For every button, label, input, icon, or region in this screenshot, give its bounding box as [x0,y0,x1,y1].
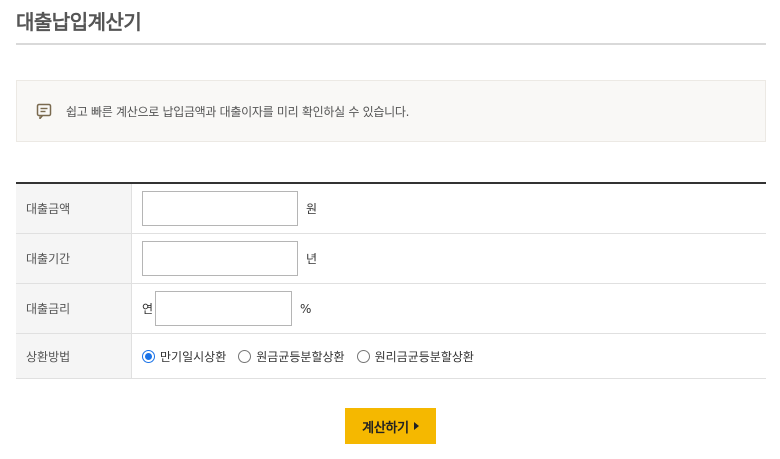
radio-option-bullet[interactable]: 만기일시상환 [142,348,226,365]
calculate-button[interactable]: 계산하기 [345,408,436,444]
loan-amount-label: 대출금액 [16,184,132,233]
repayment-method-radio-group: 만기일시상환 원금균등분할상환 원리금균등분할상환 [142,348,486,365]
loan-rate-label: 대출금리 [16,284,132,333]
row-loan-rate: 대출금리 연 % [16,284,766,334]
notice-box: 쉽고 빠른 계산으로 납입금액과 대출이자를 미리 확인하실 수 있습니다. [16,80,766,142]
title-divider [16,43,766,45]
page-title: 대출납입계산기 [16,10,142,34]
radio-label: 원리금균등분할상환 [374,349,474,364]
caret-right-icon [413,422,419,430]
row-repayment-method: 상환방법 만기일시상환 원금균등분할상환 원리금균등분할상환 [16,334,766,379]
repayment-method-label: 상환방법 [16,334,132,378]
loan-amount-unit: 원 [306,202,318,216]
radio-button[interactable] [238,349,252,363]
loan-form-table: 대출금액 원 대출기간 년 대출금리 연 % 상환방법 만기일시상환 원금균등분… [16,182,766,379]
radio-label: 만기일시상환 [160,349,227,364]
loan-period-label: 대출기간 [16,234,132,283]
row-loan-amount: 대출금액 원 [16,184,766,234]
row-loan-period: 대출기간 년 [16,234,766,284]
loan-period-input[interactable] [142,241,298,276]
notice-text: 쉽고 빠른 계산으로 납입금액과 대출이자를 미리 확인하실 수 있습니다. [66,104,410,119]
radio-button[interactable] [142,349,155,363]
loan-rate-prefix: 연 [142,302,154,316]
loan-period-unit: 년 [306,252,318,266]
memo-icon [36,102,54,120]
loan-amount-input[interactable] [142,191,298,226]
radio-button[interactable] [356,349,370,363]
radio-option-equal-installment[interactable]: 원리금균등분할상환 [356,348,474,365]
radio-label: 원금균등분할상환 [256,349,345,364]
radio-option-equal-principal[interactable]: 원금균등분할상환 [238,348,345,365]
loan-rate-input[interactable] [155,291,293,326]
loan-rate-unit: % [300,301,312,316]
calculate-button-label: 계산하기 [362,420,409,436]
